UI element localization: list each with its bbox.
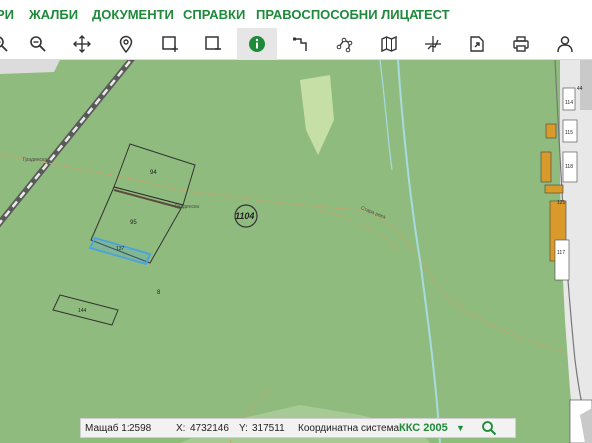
parcel-label-137: 137: [116, 246, 125, 252]
measure-distance-button[interactable]: [281, 28, 321, 60]
building-label-117: 117: [557, 250, 565, 256]
y-coordinate-value: 317511: [252, 423, 285, 434]
road-label-2: Градинска: [175, 204, 200, 210]
map-toolbar: [0, 28, 592, 60]
zoom-out-button[interactable]: [18, 28, 58, 60]
parcel-label-95: 95: [130, 220, 137, 226]
building-label-121: 121: [557, 200, 566, 206]
print-icon: [513, 36, 529, 52]
search-button[interactable]: [481, 420, 501, 436]
export-icon: [470, 36, 484, 52]
zoom-in-button[interactable]: [0, 28, 20, 60]
info-button[interactable]: [237, 28, 277, 60]
building-label-115: 115: [565, 130, 573, 136]
nav-item-test[interactable]: ТЕСТ: [416, 7, 450, 22]
coordinates-button[interactable]: [413, 28, 453, 60]
scale-value: 2598: [129, 423, 152, 434]
user-button[interactable]: [545, 28, 585, 60]
search-icon: [482, 421, 497, 436]
crs-select[interactable]: ККС 2005: [399, 422, 448, 434]
nav-item-pravosposobni-lica[interactable]: ПРАВОСПОСОБНИ ЛИЦА: [256, 7, 419, 22]
coordinates-icon: [425, 36, 441, 52]
building-label-118: 118: [565, 164, 573, 170]
map-layers-button[interactable]: [369, 28, 409, 60]
export-button[interactable]: [457, 28, 497, 60]
nav-item-dokumenti[interactable]: ДОКУМЕНТИ: [92, 7, 174, 22]
user-icon: [557, 36, 573, 53]
area-label-1104: 1104: [235, 211, 255, 221]
map-canvas[interactable]: 94 95 137 144 8 1104 Градинска Градинска…: [0, 60, 592, 443]
deselect-rectangle-button[interactable]: [193, 28, 233, 60]
nav-item-ri[interactable]: РИ: [0, 7, 14, 22]
measure-area-button[interactable]: [325, 28, 365, 60]
parcel-label-144: 144: [78, 308, 87, 314]
measure-area-icon: [336, 37, 353, 53]
pan-icon: [73, 35, 91, 53]
zoom-out-icon: [30, 36, 46, 52]
map-layer: [0, 60, 592, 443]
select-rectangle-icon: [162, 36, 178, 52]
building-label-44: 44: [577, 86, 583, 92]
chevron-down-icon[interactable]: ▼: [456, 423, 465, 433]
nav-item-spravki[interactable]: СПРАВКИ: [183, 7, 245, 22]
y-coordinate-label: Y:: [239, 423, 248, 434]
zoom-in-icon: [0, 36, 8, 52]
top-navigation: РИ ЖАЛБИ ДОКУМЕНТИ СПРАВКИ ПРАВОСПОСОБНИ…: [0, 0, 592, 28]
x-coordinate-label: X:: [176, 423, 186, 434]
road-label-1: Градинска: [23, 157, 48, 163]
scale-label: Мащаб 1:: [85, 423, 130, 434]
x-coordinate-value: 4732146: [190, 423, 229, 434]
parcel-label-8: 8: [157, 290, 161, 296]
nav-item-zhalbi[interactable]: ЖАЛБИ: [29, 7, 78, 22]
measure-distance-icon: [293, 37, 307, 51]
location-pin-icon: [119, 35, 133, 53]
select-rectangle-button[interactable]: [150, 28, 190, 60]
parcel-label-94: 94: [150, 170, 157, 176]
info-icon: [249, 36, 265, 52]
print-button[interactable]: [501, 28, 541, 60]
crs-label: Координатна система:: [298, 423, 402, 434]
pan-button[interactable]: [62, 28, 102, 60]
map-status-bar: Мащаб 1: 2598 X: 4732146 Y: 317511 Коорд…: [80, 418, 516, 438]
map-layers-icon: [381, 35, 397, 53]
building-label-114: 114: [565, 100, 573, 106]
deselect-rectangle-icon: [205, 36, 221, 50]
location-button[interactable]: [106, 28, 146, 60]
